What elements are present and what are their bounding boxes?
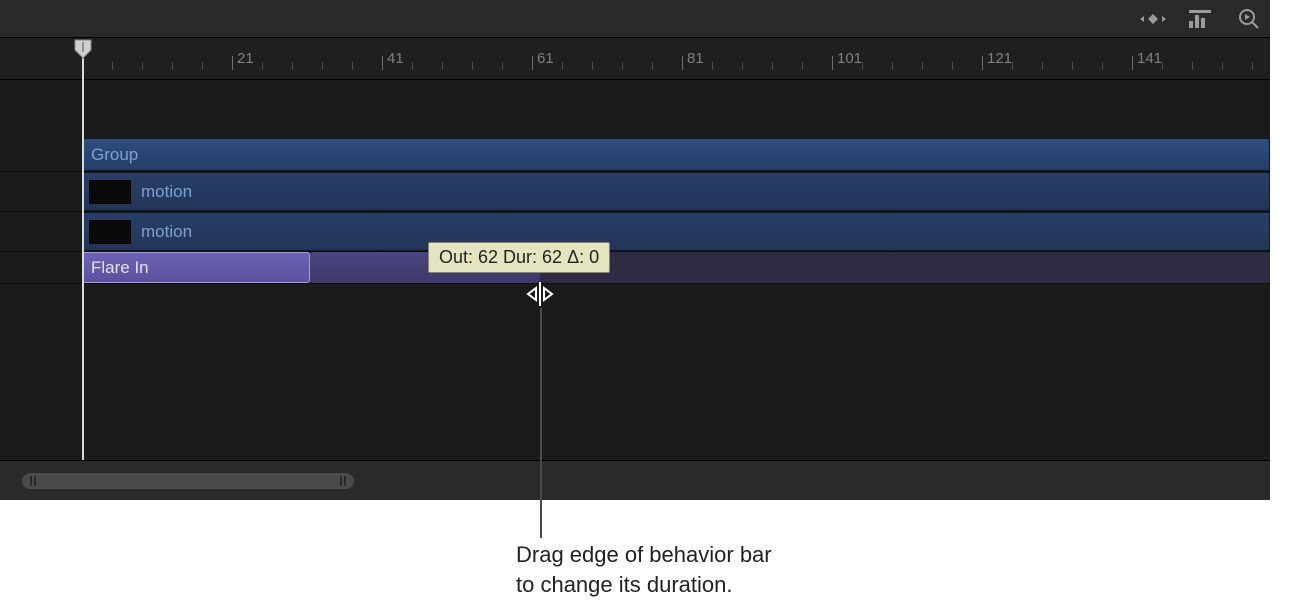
ruler-tick-minor	[892, 62, 893, 70]
clip-thumbnail	[89, 180, 131, 204]
ruler-tick-label: 141	[1137, 50, 1162, 67]
trim-tooltip: Out: 62 Dur: 62 Δ: 0	[428, 242, 610, 273]
timeline-panel: 21 41 61 81 101 121 141 Group motion	[0, 0, 1270, 500]
tooltip-text: Out: 62 Dur: 62 Δ: 0	[439, 247, 599, 267]
search-play-icon[interactable]	[1236, 6, 1262, 32]
ruler-tick-minor	[502, 62, 503, 70]
playhead-marker-icon[interactable]	[72, 38, 94, 60]
audio-meter-icon[interactable]	[1188, 6, 1214, 32]
ruler-tick-major	[382, 56, 383, 70]
ruler-tick-major	[832, 56, 833, 70]
ruler-tick-minor	[442, 62, 443, 70]
ruler-tick-label: 41	[387, 50, 404, 67]
group-row: Group	[0, 138, 1270, 172]
tracks-area: Group motion motion Flare In	[0, 80, 1270, 284]
ruler-tick-minor	[802, 62, 803, 70]
ruler-tick-minor	[262, 62, 263, 70]
row-gutter	[0, 138, 82, 171]
ruler-tick-minor	[322, 62, 323, 70]
ruler-tick-minor	[772, 62, 773, 70]
clip-thumbnail	[89, 220, 131, 244]
ruler-tick-minor	[652, 62, 653, 70]
ruler-tick-minor	[622, 62, 623, 70]
ruler-tick-label: 81	[687, 50, 704, 67]
ruler-tick-minor	[1012, 62, 1013, 70]
clip-row: motion	[0, 212, 1270, 252]
behavior-row: Flare In	[0, 252, 1270, 284]
ruler-tick-minor	[742, 62, 743, 70]
behavior-label: Flare In	[91, 258, 149, 278]
row-gutter	[0, 212, 82, 251]
clip-bar[interactable]: motion	[82, 172, 1270, 211]
ruler-tick-minor	[202, 62, 203, 70]
caption-line: to change its duration.	[516, 570, 772, 600]
ruler-tick-minor	[1162, 62, 1163, 70]
trim-handle[interactable]	[526, 280, 554, 308]
ruler-tick-minor	[1222, 62, 1223, 70]
ruler-tick-label: 61	[537, 50, 554, 67]
row-gutter	[0, 172, 82, 211]
ruler-tick-minor	[292, 62, 293, 70]
caption: Drag edge of behavior bar to change its …	[516, 540, 772, 599]
ruler-tick-minor	[562, 62, 563, 70]
clip-label: motion	[141, 182, 192, 202]
playhead[interactable]	[82, 44, 84, 460]
keyframe-icon[interactable]	[1140, 6, 1166, 32]
ruler-tick-minor	[142, 62, 143, 70]
ruler-tick-minor	[592, 62, 593, 70]
clip-row: motion	[0, 172, 1270, 212]
time-ruler[interactable]: 21 41 61 81 101 121 141	[0, 38, 1270, 80]
callout-line	[540, 308, 542, 538]
bottom-bar	[0, 460, 1270, 500]
ruler-tick-major	[682, 56, 683, 70]
ruler-tick-major	[1132, 56, 1133, 70]
clip-bar[interactable]: motion	[82, 212, 1270, 251]
behavior-bar[interactable]: Flare In	[82, 252, 310, 283]
ruler-tick-label: 101	[837, 50, 862, 67]
ruler-tick-minor	[712, 62, 713, 70]
group-label: Group	[91, 145, 138, 165]
toolbar	[0, 0, 1270, 38]
horizontal-scrollbar[interactable]	[22, 473, 354, 489]
ruler-tick-minor	[1252, 62, 1253, 70]
ruler-tick-minor	[352, 62, 353, 70]
clip-label: motion	[141, 222, 192, 242]
ruler-tick-minor	[1102, 62, 1103, 70]
ruler-tick-minor	[112, 62, 113, 70]
caption-line: Drag edge of behavior bar	[516, 540, 772, 570]
ruler-tick-minor	[172, 62, 173, 70]
ruler-tick-minor	[862, 62, 863, 70]
ruler-tick-label: 121	[987, 50, 1012, 67]
ruler-tick-minor	[1072, 62, 1073, 70]
ruler-tick-minor	[472, 62, 473, 70]
spacer-row	[0, 80, 1270, 138]
group-bar[interactable]: Group	[82, 138, 1270, 171]
ruler-tick-minor	[922, 62, 923, 70]
toolbar-icons	[1140, 0, 1262, 38]
ruler-tick-minor	[1042, 62, 1043, 70]
ruler-tick-label: 21	[237, 50, 254, 67]
ruler-tick-major	[232, 56, 233, 70]
ruler-tick-minor	[952, 62, 953, 70]
ruler-tick-minor	[1192, 62, 1193, 70]
ruler-tick-minor	[412, 62, 413, 70]
ruler-tick-major	[982, 56, 983, 70]
ruler-tick-major	[532, 56, 533, 70]
